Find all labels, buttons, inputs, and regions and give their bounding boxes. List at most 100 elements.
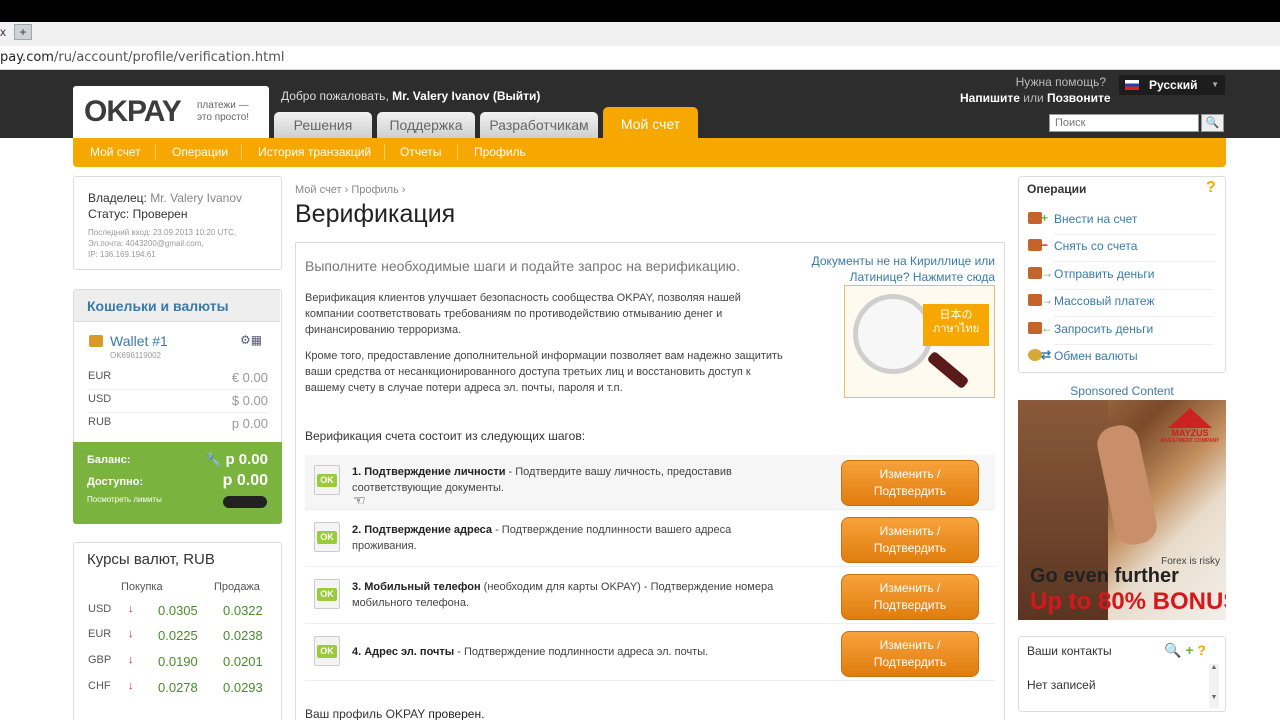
wallet-name-link[interactable]: Wallet #1 [110, 333, 168, 349]
row-divider [88, 412, 268, 413]
url-text[interactable]: pay.com/ru/account/profile/verification.… [0, 50, 285, 65]
op-send-money[interactable]: → Отправить деньги [1028, 263, 1213, 290]
arrow-down-icon: ↓ [128, 654, 134, 666]
breadcrumb: Мой счет › Профиль › [295, 184, 406, 196]
breadcrumb-separator: › [401, 184, 406, 196]
search-button[interactable]: 🔍 [1201, 114, 1224, 132]
wallet-icon [89, 335, 103, 347]
edit-confirm-address-button[interactable]: Изменить / Подтвердить [841, 517, 979, 563]
contacts-title: Ваши контакты [1027, 644, 1112, 658]
document-ok-icon: OK [314, 636, 340, 666]
owner-label: Владелец: [88, 191, 147, 205]
breadcrumb-my-account[interactable]: Мой счет [295, 184, 342, 196]
no-contacts-text: Нет записей [1027, 678, 1096, 692]
breadcrumb-separator: › [344, 184, 349, 196]
promo-japanese: 日本の [939, 309, 973, 321]
help-contact: Напишите или Позвоните [960, 91, 1111, 105]
ad-bonus: Up to 80% BONUS [1030, 588, 1226, 615]
subnav-reports[interactable]: Отчеты [400, 145, 441, 159]
tab-developers[interactable]: Разработчикам [480, 112, 598, 138]
button-line-2: Подтвердить [873, 655, 947, 669]
wallet-settings-icon[interactable]: ⚙▦ [240, 333, 262, 347]
button-line-2: Подтвердить [873, 598, 947, 612]
welcome-prefix: Добро пожаловать, [281, 89, 389, 103]
op-currency-exchange[interactable]: ⇄ Обмен валюты [1028, 345, 1213, 372]
account-info-panel: Владелец: Mr. Valery Ivanov Статус: Пров… [73, 176, 282, 270]
edit-confirm-email-button[interactable]: Изменить / Подтвердить [841, 631, 979, 677]
help-icon[interactable]: ? [1206, 179, 1216, 197]
new-tab-button[interactable]: + [14, 24, 32, 40]
step-text: 1. Подтверждение личности - Подтвердите … [352, 464, 782, 496]
glasses-icon[interactable] [223, 496, 267, 508]
tab-solutions[interactable]: Решения [274, 112, 372, 138]
currency-amount: € 0.00 [231, 370, 268, 385]
magnifier-icon [853, 294, 933, 374]
op-mass-payment[interactable]: → Массовый платеж [1028, 290, 1213, 317]
verified-value: проверен. [428, 707, 485, 720]
scroll-down-icon[interactable]: ▼ [1209, 694, 1219, 704]
ad-brand-sub: INVESTMENT COMPANY [1160, 438, 1220, 444]
owner-line: Владелец: Mr. Valery Ivanov [88, 191, 242, 205]
subnav-my-account[interactable]: Мой счет [90, 145, 141, 159]
button-line-2: Подтвердить [873, 484, 947, 498]
step-desc: - Подтверждение подлинности адреса эл. п… [454, 646, 709, 658]
rates-buy-header: Покупка [121, 581, 163, 593]
promo-thai: ภาษาไทย [932, 323, 980, 335]
welcome-user-logout[interactable]: Mr. Valery Ivanov (Выйти) [392, 89, 540, 103]
op-withdraw[interactable]: − Снять со счета [1028, 235, 1213, 262]
help-question: Нужна помощь? [1015, 75, 1106, 89]
mayzus-logo: MAYZUS INVESTMENT COMPANY [1158, 408, 1222, 466]
subnav-profile[interactable]: Профиль [474, 145, 526, 159]
magnifier-handle [926, 350, 970, 390]
wallet-id: OK696119002 [110, 351, 162, 360]
subnav-divider [457, 144, 458, 160]
add-contact-icon[interactable]: + [1185, 642, 1193, 658]
operations-title: Операции [1027, 182, 1087, 196]
scroll-up-icon[interactable]: ▲ [1209, 664, 1219, 674]
help-icon[interactable]: ? [1197, 642, 1206, 658]
rate-code: CHF [88, 680, 111, 692]
edit-confirm-mobile-button[interactable]: Изменить / Подтвердить [841, 574, 979, 620]
wallet-request-icon: ← [1028, 322, 1053, 334]
edit-confirm-identity-button[interactable]: Изменить / Подтвердить [841, 460, 979, 506]
rate-code: GBP [88, 654, 112, 666]
op-sign: + [1041, 211, 1049, 225]
op-deposit[interactable]: + Внести на счет [1028, 208, 1213, 235]
language-select[interactable]: Русский ▼ [1119, 75, 1225, 95]
url-domain: pay.com [0, 50, 54, 65]
view-limits-link[interactable]: Посмотреть лимиты [87, 495, 162, 504]
subnav-transaction-history[interactable]: История транзакций [258, 145, 371, 159]
help-write-link[interactable]: Напишите [960, 91, 1020, 105]
status-line: Статус: Проверен [88, 207, 188, 221]
rate-buy: 0.0278 [158, 680, 198, 695]
search-icon[interactable]: 🔍 [1164, 642, 1181, 658]
tab-my-account[interactable]: Мой счет [603, 107, 698, 138]
step-email: OK 4. Адрес эл. почты - Подтверждение по… [305, 626, 995, 681]
forex-ad-banner[interactable]: MAYZUS INVESTMENT COMPANY Forex is risky… [1018, 400, 1226, 620]
verification-intro: Выполните необходимые шаги и подайте зап… [305, 258, 741, 274]
tab-close-icon[interactable]: x [0, 22, 10, 42]
non-latin-docs-link[interactable]: Документы не на Кириллице или Латинице? … [770, 253, 995, 285]
op-request-money[interactable]: ← Запросить деньги [1028, 318, 1213, 345]
okpay-logo[interactable]: OKPAY [84, 95, 182, 129]
search-input[interactable] [1049, 114, 1199, 132]
subnav-operations[interactable]: Операции [172, 145, 228, 159]
op-sign: → [1041, 293, 1053, 307]
subnav-divider [241, 144, 242, 160]
russia-flag-icon [1125, 80, 1139, 90]
ok-badge: OK [317, 645, 337, 658]
url-path: /ru/account/profile/verification.html [53, 50, 285, 65]
coins-exchange-icon: ⇄ [1028, 349, 1051, 361]
tab-support[interactable]: Поддержка [377, 112, 475, 138]
address-bar[interactable]: pay.com/ru/account/profile/verification.… [0, 46, 1280, 70]
breadcrumb-profile[interactable]: Профиль [351, 184, 399, 196]
balance-value: р 0.00 [225, 451, 268, 468]
balance-label: Баланс: [87, 454, 131, 466]
rates-sell-header: Продажа [214, 581, 260, 593]
currency-code: EUR [88, 370, 112, 382]
op-label: Обмен валюты [1054, 349, 1138, 363]
wrench-icon[interactable]: 🔧 [205, 452, 221, 468]
help-call-link[interactable]: Позвоните [1047, 91, 1111, 105]
step-address: OK 2. Подтверждение адреса - Подтвержден… [305, 512, 995, 567]
languages-promo-image[interactable]: 日本の ภาษาไทย [844, 285, 995, 398]
